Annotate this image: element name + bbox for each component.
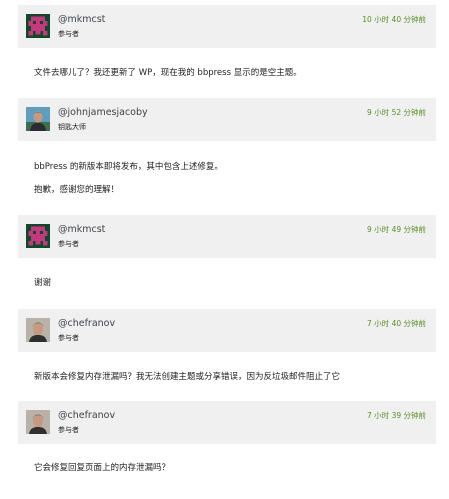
author-role: 参与者 (58, 240, 79, 248)
reply-content: 新版本会修复内存泄漏吗？我无法创建主题或分享错误，因为反垃圾邮件阻止了它 (34, 371, 424, 383)
author-role: 参与者 (58, 426, 79, 434)
reply-header: @mkmcst 参与者 10 小时 40 分钟前 (18, 5, 436, 48)
reply-content: bbPress 的新版本即将发布，其中包含上述修复。 抱歉，感谢您的理解！ (34, 161, 424, 196)
author-name[interactable]: @chefranov (58, 410, 115, 422)
reply-timestamp[interactable]: 9 小时 49 分钟前 (367, 225, 426, 235)
author-role: 参与者 (58, 30, 79, 38)
avatar[interactable] (26, 224, 50, 248)
reply-content: 文件去哪儿了？我还更新了 WP，现在我的 bbpress 显示的是空主题。 (34, 67, 424, 79)
reply-paragraph: 文件去哪儿了？我还更新了 WP，现在我的 bbpress 显示的是空主题。 (34, 68, 302, 78)
reply-timestamp[interactable]: 10 小时 40 分钟前 (362, 15, 426, 25)
author-name[interactable]: @johnjamesjacoby (58, 107, 148, 119)
reply-timestamp[interactable]: 7 小时 39 分钟前 (367, 411, 426, 421)
reply-content: 谢谢 (34, 277, 424, 289)
reply-timestamp[interactable]: 7 小时 40 分钟前 (367, 319, 426, 329)
reply-paragraph: 抱歉，感谢您的理解！ (34, 185, 120, 195)
avatar[interactable] (26, 318, 50, 342)
reply-timestamp[interactable]: 9 小时 52 分钟前 (367, 108, 426, 118)
user-photo-avatar-icon (26, 410, 50, 434)
user-photo-avatar-icon (26, 318, 50, 342)
author-role: 钥匙大师 (58, 123, 86, 131)
pink-pixel-identicon-icon (26, 14, 50, 38)
author-role: 参与者 (58, 334, 79, 342)
reply-paragraph: bbPress 的新版本即将发布，其中包含上述修复。 (34, 162, 223, 172)
reply-header: @chefranov 参与者 7 小时 39 分钟前 (18, 401, 436, 444)
author-name[interactable]: @mkmcst (58, 14, 105, 26)
reply-content: 它会修复回复页面上的内存泄漏吗？ (34, 462, 424, 474)
user-photo-avatar-icon (26, 107, 50, 131)
avatar[interactable] (26, 14, 50, 38)
author-name[interactable]: @mkmcst (58, 224, 105, 236)
reply-paragraph: 它会修复回复页面上的内存泄漏吗？ (34, 463, 171, 473)
reply-header: @mkmcst 参与者 9 小时 49 分钟前 (18, 215, 436, 258)
reply-header: @chefranov 参与者 7 小时 40 分钟前 (18, 309, 436, 352)
author-name[interactable]: @chefranov (58, 318, 115, 330)
avatar[interactable] (26, 410, 50, 434)
reply-paragraph: 新版本会修复内存泄漏吗？我无法创建主题或分享错误，因为反垃圾邮件阻止了它 (34, 372, 341, 382)
reply-header: @johnjamesjacoby 钥匙大师 9 小时 52 分钟前 (18, 98, 436, 141)
avatar[interactable] (26, 107, 50, 131)
pink-pixel-identicon-icon (26, 224, 50, 248)
reply-paragraph: 谢谢 (34, 278, 52, 288)
